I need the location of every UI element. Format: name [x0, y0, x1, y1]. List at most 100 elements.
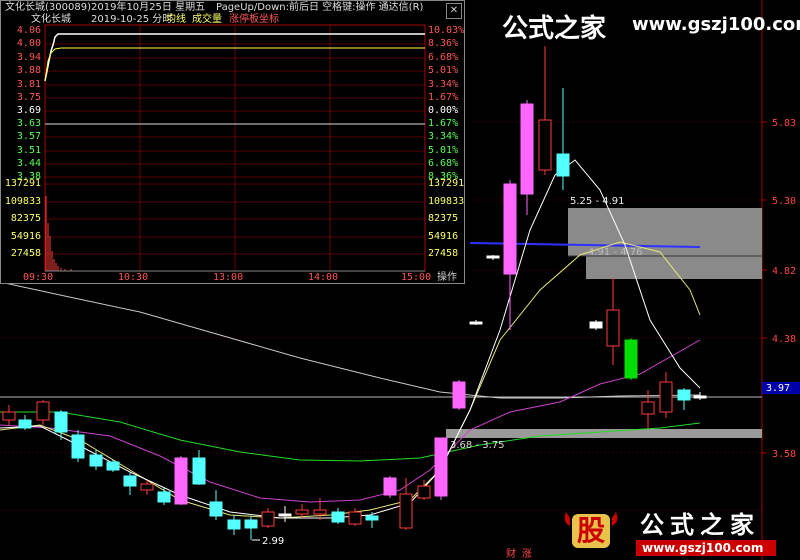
- intraday-popup[interactable]: 文化长城(300089) 2019年10月25日 星期五 PageUp/Down…: [0, 0, 465, 284]
- box-low-label: 3.68 - 3.75: [450, 440, 505, 451]
- candle-body: [106, 461, 120, 471]
- candle-body: [18, 419, 32, 429]
- candle-body: [434, 437, 448, 497]
- price-axis-label: 4.38: [772, 334, 796, 345]
- candle-body: [365, 515, 379, 521]
- price-label: 4.06: [16, 25, 41, 36]
- candle-body: [589, 321, 603, 329]
- time-label: 15:00: [401, 272, 432, 283]
- candle-body: [469, 321, 483, 325]
- time-label: 10:30: [118, 272, 149, 283]
- volume-label: 137291: [4, 178, 41, 189]
- price-axis-label: 5.83: [772, 118, 796, 129]
- candle-body: [556, 153, 570, 177]
- time-label: 13:00: [213, 272, 244, 283]
- pct-label: 1.67%: [428, 118, 459, 129]
- candle-body: [520, 103, 534, 195]
- ma-line-magenta: [0, 339, 701, 503]
- time-label: 09:30: [23, 272, 54, 283]
- candle-body: [174, 457, 188, 505]
- volume-label-right: 54916: [428, 231, 459, 242]
- candle-body: [503, 183, 517, 275]
- pct-label: 6.68%: [428, 52, 459, 63]
- candle-body: [261, 511, 275, 527]
- price-label: 3.88: [16, 65, 41, 76]
- price-label: 3.51: [16, 145, 41, 156]
- candle-body: [123, 475, 137, 487]
- candle-body: [624, 339, 638, 379]
- candle-body: [486, 255, 500, 259]
- ma-line-gray: [0, 281, 701, 399]
- candle-body: [192, 457, 206, 485]
- tab-zhang[interactable]: 涨: [522, 548, 532, 560]
- candle-body: [244, 519, 258, 529]
- candle-body: [538, 119, 552, 171]
- candle-body: [278, 513, 292, 517]
- watermark-title: 公式之家: [502, 14, 607, 44]
- volume-label: 54916: [10, 231, 41, 242]
- resistance-zone-2: [586, 256, 762, 279]
- candle-body: [313, 509, 327, 515]
- candle-body: [140, 483, 154, 491]
- volume-label-right: 109833: [428, 196, 465, 207]
- candle-body: [659, 381, 673, 413]
- candle-body: [54, 411, 68, 433]
- price-axis-label: 5.30: [772, 196, 796, 207]
- watermark-bottom-title: 公式之家: [640, 511, 760, 539]
- candle-body: [89, 454, 103, 467]
- intraday-chart: [44, 24, 426, 272]
- watermark-logo-char: 股: [576, 514, 605, 547]
- box-high-label: 5.25 - 4.91: [570, 196, 625, 207]
- candle-body: [677, 389, 691, 401]
- volume-label-right: 27458: [428, 248, 459, 259]
- pct-label: 0.00%: [428, 105, 459, 116]
- tab-cai[interactable]: 财: [506, 547, 516, 560]
- watermark-logo-icon: 股: [562, 508, 620, 550]
- candle-body: [157, 491, 171, 503]
- watermark-url: www.gszj100.com: [632, 14, 800, 35]
- pct-label: 3.34%: [428, 79, 459, 90]
- current-price-text: 3.97: [766, 383, 790, 394]
- low-price-label: 2.99: [262, 536, 284, 547]
- candle-body: [295, 509, 309, 515]
- box-high-label-2: 4.91 - 4.76: [588, 247, 643, 258]
- candle-body: [227, 519, 241, 530]
- candle-body: [331, 511, 345, 523]
- pct-label: 6.68%: [428, 158, 459, 169]
- candle-body: [383, 477, 397, 496]
- candle-body: [641, 401, 655, 415]
- pct-label: 3.34%: [428, 131, 459, 142]
- price-label: 3.75: [16, 92, 41, 103]
- price-label: 3.57: [16, 131, 41, 142]
- pct-label: 5.01%: [428, 145, 459, 156]
- volume-label: 109833: [4, 196, 41, 207]
- price-label: 3.44: [16, 158, 41, 169]
- candle-body: [71, 434, 85, 459]
- pct-label: 8.36%: [428, 38, 459, 49]
- candle-body: [209, 501, 223, 517]
- price-axis-label: 3.58: [772, 449, 796, 460]
- price-label: 4.00: [16, 38, 41, 49]
- candle-body: [36, 401, 50, 421]
- pct-label: 5.01%: [428, 65, 459, 76]
- operate-button[interactable]: 操作: [433, 271, 461, 284]
- candle-body: [2, 411, 16, 421]
- price-label: 3.63: [16, 118, 41, 129]
- watermark-bottom-url: www.gszj100.com: [642, 541, 764, 555]
- candle-body: [452, 381, 466, 409]
- price-axis-label: 4.82: [772, 266, 796, 277]
- volume-label-right: 82375: [428, 213, 459, 224]
- candle-body: [693, 395, 707, 399]
- candle-body: [348, 511, 362, 525]
- volume-label: 82375: [10, 213, 41, 224]
- volume-label: 27458: [10, 248, 41, 259]
- price-label: 3.94: [16, 52, 41, 63]
- price-label: 3.81: [16, 79, 41, 90]
- candle-body: [417, 485, 431, 499]
- support-zone: [446, 429, 762, 438]
- pct-label: 10.03%: [428, 25, 465, 36]
- candle-body: [606, 309, 620, 347]
- watermark-bottom-url-bar: www.gszj100.com: [636, 540, 776, 556]
- volume-label-right: 137291: [428, 178, 465, 189]
- intraday-volume-bars: [45, 196, 72, 271]
